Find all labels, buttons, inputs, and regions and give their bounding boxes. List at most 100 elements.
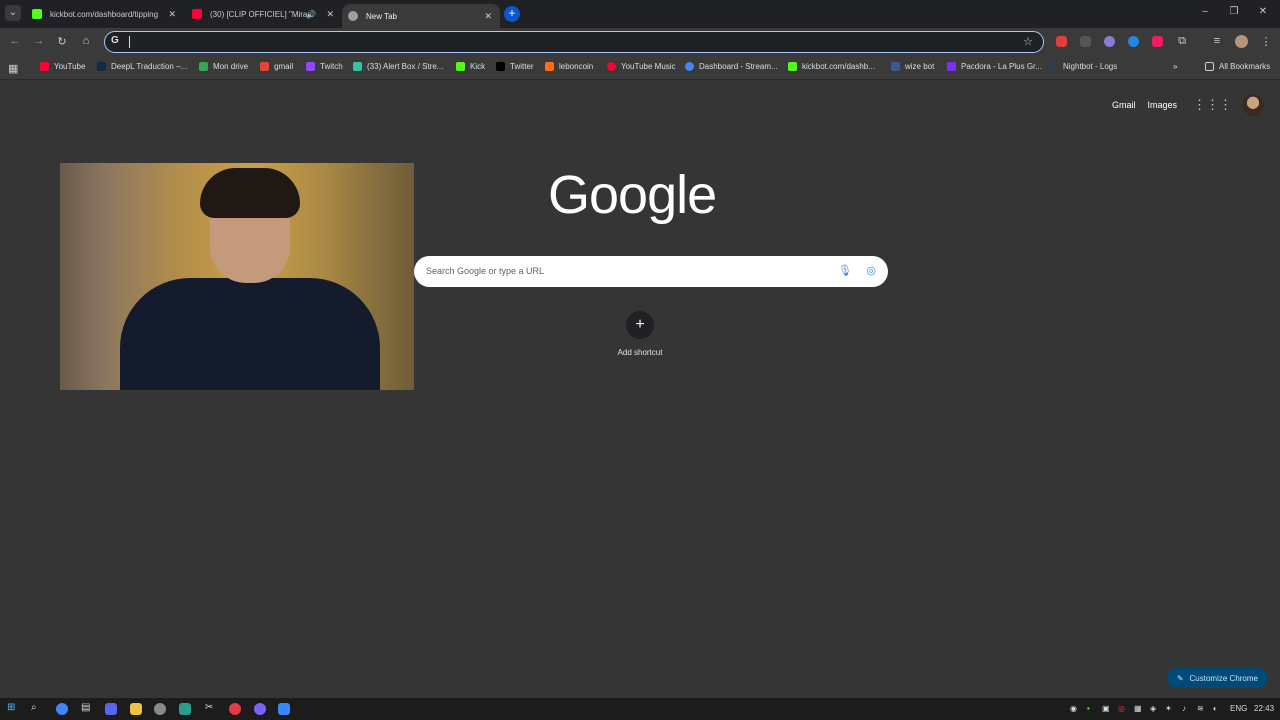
file-explorer-icon[interactable] <box>130 703 142 715</box>
windows-start-icon[interactable]: ⊞ <box>7 702 15 713</box>
kick-icon <box>456 62 465 71</box>
bookmark-label: Nightbot - Logs <box>1063 62 1118 71</box>
add-shortcut-tile[interactable]: + Add shortcut <box>615 311 665 357</box>
voice-search-icon[interactable]: 🎙 <box>838 264 852 277</box>
bookmark-label: kickbot.com/dashb... <box>802 62 875 71</box>
bookmarks-overflow-icon[interactable]: » <box>1173 62 1177 71</box>
bookmark-label: leboncoin <box>559 62 594 71</box>
bookmark-label: Dashboard - Stream... <box>699 62 778 71</box>
twitch-icon <box>306 62 315 71</box>
tray-icon[interactable]: ◉ <box>1070 704 1077 713</box>
google-apps-icon[interactable]: ⋮⋮⋮ <box>1193 97 1232 113</box>
bookmark-label: Kick <box>470 62 486 71</box>
app-icon[interactable] <box>278 703 290 715</box>
bookmark-kickbot[interactable]: kickbot.com/dashb... <box>788 62 875 71</box>
ntp-top-links: Gmail Images ⋮⋮⋮ <box>1112 94 1264 116</box>
reading-list-icon[interactable]: ≡ <box>1210 35 1224 47</box>
search-icon[interactable]: ⌕ <box>31 702 37 713</box>
wifi-icon[interactable]: ≋ <box>1197 704 1204 713</box>
kickbot-icon <box>788 62 797 71</box>
bookmark-nightbot[interactable]: Nightbot - Logs <box>1049 62 1117 71</box>
wizebot-icon <box>891 62 900 71</box>
new-tab-button[interactable]: + <box>504 6 520 22</box>
back-icon[interactable]: ← <box>8 35 22 47</box>
images-link[interactable]: Images <box>1147 100 1177 110</box>
bookmark-twitch[interactable]: Twitch <box>306 62 343 71</box>
drive-icon <box>199 62 208 71</box>
bookmark-leboncoin[interactable]: leboncoin <box>545 62 593 71</box>
volume-icon[interactable]: ◖ <box>1212 704 1217 713</box>
search-placeholder: Search Google or type a URL <box>426 266 545 276</box>
app-icon[interactable] <box>179 703 191 715</box>
audio-playing-icon[interactable]: 🔊 <box>306 10 316 19</box>
minimize-icon[interactable]: – <box>1199 6 1211 17</box>
all-bookmarks-button[interactable]: All Bookmarks <box>1205 62 1270 71</box>
tray-icon[interactable]: ✶ <box>1165 704 1172 713</box>
tab-search-icon[interactable]: ⌄ <box>5 5 21 21</box>
extensions-puzzle-icon[interactable]: ⧉ <box>1175 35 1189 48</box>
profile-avatar[interactable] <box>1235 35 1248 48</box>
tray-icon[interactable]: ▣ <box>1102 704 1110 713</box>
restore-icon[interactable]: ❐ <box>1228 6 1240 17</box>
google-g-icon: G <box>111 35 119 46</box>
bookmark-label: gmail <box>274 62 294 71</box>
discord-app-icon[interactable] <box>105 703 117 715</box>
close-tab-icon[interactable]: ✕ <box>168 9 176 20</box>
bookmark-label: Mon drive <box>213 62 249 71</box>
close-tab-icon[interactable]: ✕ <box>326 9 334 20</box>
bookmark-drive[interactable]: Mon drive <box>199 62 248 71</box>
apps-grid-icon[interactable]: ▦ <box>8 62 18 75</box>
extension-icon[interactable] <box>1104 36 1115 47</box>
app-icon[interactable] <box>154 703 166 715</box>
reload-icon[interactable]: ↻ <box>55 35 69 48</box>
customize-chrome-button[interactable]: ✎ Customize Chrome <box>1166 668 1268 688</box>
bookmark-twitter[interactable]: Twitter <box>496 62 534 71</box>
extension-icon[interactable] <box>1152 36 1163 47</box>
task-view-icon[interactable]: ▤ <box>81 702 90 713</box>
tray-icon[interactable]: ▪ <box>1087 704 1090 713</box>
chrome-app-icon[interactable] <box>56 703 68 715</box>
google-lens-icon[interactable]: ◎ <box>866 264 876 277</box>
folder-icon <box>1205 62 1214 71</box>
obs-app-icon[interactable] <box>254 703 266 715</box>
close-tab-icon[interactable]: ✕ <box>484 11 492 22</box>
bookmark-star-icon[interactable]: ☆ <box>1023 35 1033 48</box>
bookmark-pacdora[interactable]: Pacdora - La Plus Gr... <box>947 62 1042 71</box>
bookmark-label: (33) Alert Box / Stre... <box>367 62 444 71</box>
plus-icon: + <box>626 311 654 339</box>
extension-icon[interactable] <box>1080 36 1091 47</box>
ntp-search-box[interactable]: Search Google or type a URL 🎙 ◎ <box>414 256 888 287</box>
youtube-music-icon <box>607 62 616 71</box>
extension-icon[interactable] <box>1128 36 1139 47</box>
account-avatar[interactable] <box>1242 94 1264 116</box>
microphone-icon[interactable]: ♪ <box>1182 704 1186 713</box>
menu-kebab-icon[interactable]: ⋮ <box>1259 35 1273 48</box>
bookmark-youtube[interactable]: YouTube <box>40 62 85 71</box>
tab-kickbot[interactable]: kickbot.com/dashboard/tipping ✕ <box>26 4 184 24</box>
pacdora-icon <box>947 62 956 71</box>
tab-title: New Tab <box>366 11 397 21</box>
tray-icon[interactable]: ◎ <box>1118 704 1125 713</box>
adblock-extension-icon[interactable] <box>1056 36 1067 47</box>
recording-app-icon[interactable] <box>229 703 241 715</box>
bookmark-wizebot[interactable]: wize bot <box>891 62 934 71</box>
bookmark-kick[interactable]: Kick <box>456 62 485 71</box>
tab-new-tab[interactable]: New Tab ✕ <box>342 4 500 28</box>
bookmark-deepl[interactable]: DeepL Traduction –... <box>97 62 187 71</box>
window-close-icon[interactable]: ✕ <box>1257 6 1269 17</box>
clock[interactable]: 22:43 <box>1254 704 1274 713</box>
bookmark-gmail[interactable]: gmail <box>260 62 293 71</box>
bookmark-alertbox[interactable]: (33) Alert Box / Stre... <box>353 62 443 71</box>
tab-youtube-clip[interactable]: (30) [CLIP OFFICIEL] "Miracu 🔊 ✕ <box>186 4 342 24</box>
gmail-icon <box>260 62 269 71</box>
bookmark-youtube-music[interactable]: YouTube Music <box>607 62 676 71</box>
tray-icon[interactable]: ◈ <box>1150 704 1156 713</box>
tray-icon[interactable]: ▦ <box>1134 704 1142 713</box>
forward-icon[interactable]: → <box>32 35 46 47</box>
home-icon[interactable]: ⌂ <box>79 35 93 47</box>
address-bar[interactable]: G ☆ <box>104 31 1044 53</box>
bookmark-dashboard[interactable]: Dashboard - Stream... <box>685 62 778 71</box>
capcut-icon[interactable]: ✂ <box>205 702 213 713</box>
gmail-link[interactable]: Gmail <box>1112 100 1136 110</box>
language-indicator[interactable]: ENG <box>1230 704 1247 713</box>
